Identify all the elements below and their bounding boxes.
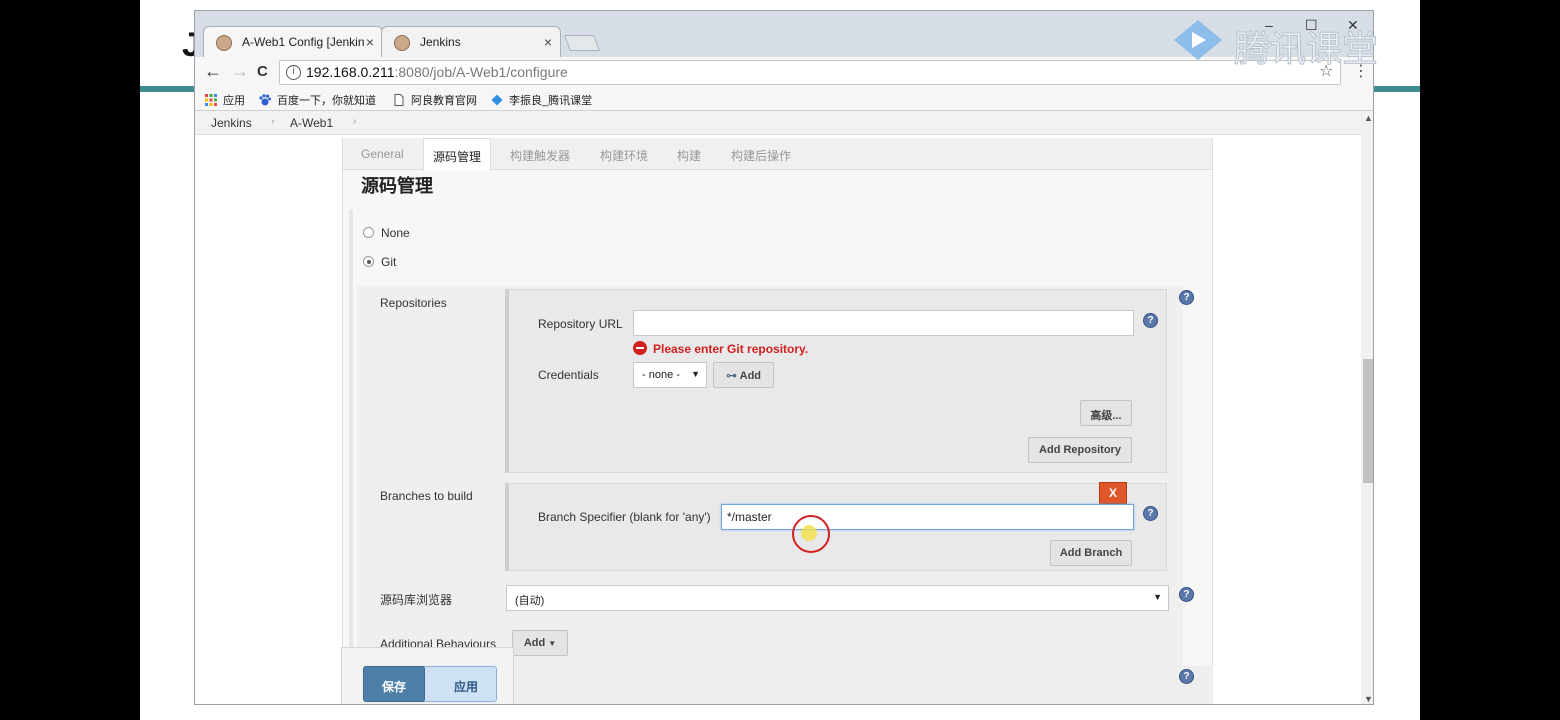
bookmarks-bar: 应用 百度一下，你就知道 阿良教育官网 李振良_腾讯课堂: [195, 87, 1373, 111]
dropdown-caret-icon: ▼: [691, 369, 700, 379]
bookmark-label: 李振良_腾讯课堂: [509, 95, 593, 107]
breadcrumb: Jenkins › A-Web1 ›: [195, 111, 1361, 135]
bookmark-apps[interactable]: 应用: [205, 92, 245, 108]
bookmark-aliang[interactable]: 阿良教育官网: [393, 92, 477, 108]
radio-label: None: [381, 226, 410, 240]
browser-tab-jenkins[interactable]: Jenkins ×: [381, 26, 561, 57]
page-icon: [394, 94, 404, 106]
page-viewport: Jenkins › A-Web1 › General 源码管理 构建触发器 构建…: [195, 111, 1361, 704]
cursor-ring: [792, 515, 830, 553]
tab-build-environment[interactable]: 构建环境: [600, 147, 648, 164]
tencent-classroom-logo-icon: [1174, 20, 1222, 60]
close-tab-icon[interactable]: ×: [544, 34, 552, 50]
branch-specifier-input[interactable]: */master: [721, 504, 1134, 530]
tab-post-build[interactable]: 构建后操作: [731, 147, 791, 164]
slide-accent-line: [1374, 86, 1420, 92]
jenkins-favicon-icon: [216, 35, 232, 51]
scroll-up-icon[interactable]: ▲: [1364, 113, 1373, 123]
radio-none[interactable]: [363, 227, 374, 238]
bottom-action-bar: 应用 保存: [341, 647, 514, 704]
url-path: :8080/job/A-Web1/configure: [394, 64, 568, 80]
delete-branch-button[interactable]: X: [1099, 482, 1127, 504]
apps-grid-icon: [205, 94, 217, 106]
tab-general[interactable]: General: [361, 147, 404, 161]
breadcrumb-jenkins[interactable]: Jenkins: [211, 116, 252, 130]
scm-option-git[interactable]: Git: [363, 255, 396, 269]
scroll-down-icon[interactable]: ▼: [1364, 694, 1373, 704]
browser-tab-config[interactable]: A-Web1 Config [Jenkin ×: [203, 26, 383, 57]
button-label: Add: [523, 637, 546, 649]
vertical-scrollbar[interactable]: ▲ ▼: [1361, 111, 1373, 704]
repositories-label: Repositories: [380, 296, 447, 310]
repository-url-input[interactable]: [633, 310, 1134, 336]
new-tab-button[interactable]: [564, 35, 600, 51]
radio-git[interactable]: [363, 256, 374, 267]
button-label: Add: [739, 370, 762, 382]
repo-browser-select[interactable]: (自动) ▼: [506, 585, 1169, 611]
branches-label: Branches to build: [380, 489, 473, 503]
scm-option-none[interactable]: None: [363, 226, 410, 240]
tab-scm[interactable]: 源码管理: [423, 138, 492, 171]
dropdown-caret-icon: ▼: [1153, 592, 1162, 602]
error-icon: [633, 341, 647, 355]
branch-specifier-label: Branch Specifier (blank for 'any'): [538, 510, 711, 524]
add-repository-button[interactable]: Add Repository: [1028, 437, 1132, 463]
back-arrow-icon[interactable]: ←: [204, 61, 222, 82]
close-tab-icon[interactable]: ×: [366, 34, 374, 50]
watermark-text: 腾讯课堂: [1233, 29, 1379, 71]
help-icon[interactable]: ?: [1179, 669, 1194, 684]
tab-title: Jenkins: [420, 35, 461, 49]
additional-behaviours-add-button[interactable]: Add ▼: [512, 630, 568, 656]
dropdown-caret-icon: ▼: [548, 639, 557, 648]
bookmark-baidu[interactable]: 百度一下，你就知道: [259, 92, 376, 108]
bookmark-label: 阿良教育官网: [411, 95, 477, 107]
tab-build-triggers[interactable]: 构建触发器: [510, 147, 570, 164]
radio-label: Git: [381, 255, 397, 269]
bookmark-tencent[interactable]: 李振良_腾讯课堂: [491, 92, 592, 108]
site-info-icon[interactable]: i: [286, 65, 301, 80]
slide-accent-line: [140, 86, 200, 92]
forward-arrow-icon[interactable]: →: [231, 61, 249, 82]
tab-title: A-Web1 Config [Jenkin: [242, 35, 365, 49]
section-indent-bar: [349, 210, 353, 690]
help-icon[interactable]: ?: [1143, 506, 1158, 521]
breadcrumb-separator-icon: ›: [271, 116, 275, 127]
credentials-select[interactable]: - none - ▼: [633, 362, 707, 388]
error-text: Please enter Git repository.: [653, 342, 809, 356]
config-tabs: General 源码管理 构建触发器 构建环境 构建 构建后操作: [343, 138, 1212, 171]
section-title: 源码管理: [361, 176, 433, 196]
bookmark-label: 应用: [223, 95, 245, 107]
breadcrumb-separator-icon: ›: [353, 116, 357, 127]
bookmark-label: 百度一下，你就知道: [277, 95, 376, 107]
help-icon[interactable]: ?: [1179, 290, 1194, 305]
tencent-diamond-icon: [491, 94, 503, 106]
url-host: 192.168.0.211: [306, 64, 395, 80]
repo-browser-label: 源码库浏览器: [380, 593, 453, 607]
help-icon[interactable]: ?: [1143, 313, 1158, 328]
scroll-thumb[interactable]: [1363, 359, 1373, 483]
breadcrumb-job[interactable]: A-Web1: [290, 116, 333, 130]
key-icon: ⊶: [725, 370, 737, 382]
browser-window: A-Web1 Config [Jenkin × Jenkins × – ☐ ✕ …: [194, 10, 1374, 705]
select-value: (自动): [515, 595, 545, 607]
repository-url-label: Repository URL: [538, 317, 623, 331]
help-icon[interactable]: ?: [1179, 587, 1194, 602]
reload-icon[interactable]: C: [257, 63, 268, 80]
jenkins-favicon-icon: [394, 35, 410, 51]
tab-build[interactable]: 构建: [677, 147, 701, 164]
add-branch-button[interactable]: Add Branch: [1050, 540, 1132, 566]
select-value: - none -: [642, 369, 680, 381]
repository-error: Please enter Git repository.: [633, 341, 808, 356]
baidu-paw-icon: [259, 94, 271, 106]
credentials-label: Credentials: [538, 368, 599, 382]
credentials-add-button[interactable]: ⊶ Add: [713, 362, 774, 388]
video-frame: J A-Web1 Config [Jenkin × Jenkins × – ☐ …: [0, 0, 1560, 720]
advanced-button[interactable]: 高级...: [1080, 400, 1132, 426]
save-button[interactable]: 保存: [363, 666, 425, 702]
